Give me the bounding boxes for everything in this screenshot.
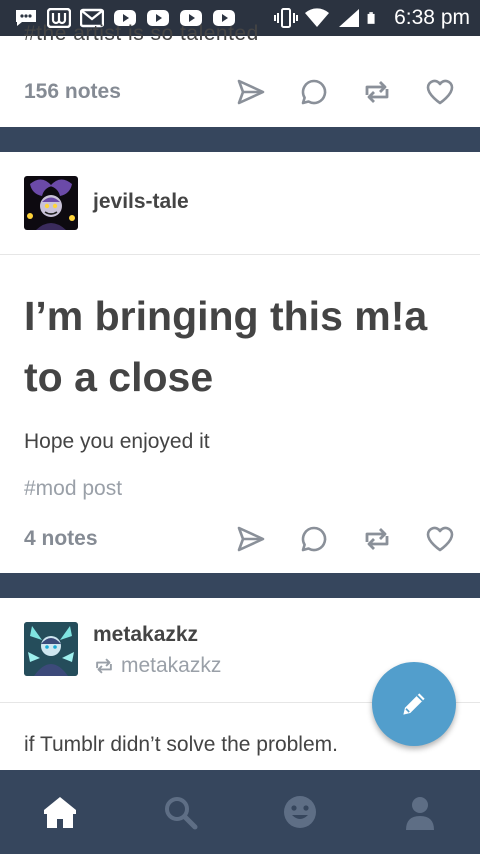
reblog-source[interactable]: metakazkz — [93, 654, 221, 678]
post-card: #the artist is so talented 156 notes — [0, 22, 480, 127]
reblog-source-name: metakazkz — [121, 654, 222, 677]
bottom-nav — [0, 770, 480, 854]
activity-icon[interactable] — [280, 792, 320, 832]
compose-button[interactable] — [372, 662, 456, 746]
reblog-icon[interactable] — [361, 523, 393, 555]
reblog-icon — [96, 658, 112, 674]
post-tag[interactable]: #mod post — [24, 477, 122, 501]
reblog-icon[interactable] — [361, 76, 393, 108]
notes-count[interactable]: 156 notes — [24, 80, 121, 104]
post-footer: 4 notes — [0, 519, 480, 559]
post-footer: 156 notes — [0, 72, 480, 112]
reply-icon[interactable] — [298, 76, 330, 108]
like-icon[interactable] — [424, 76, 456, 108]
share-icon[interactable] — [235, 76, 267, 108]
wifi-icon — [305, 8, 330, 27]
post-body: if Tumblr didn’t solve the problem. — [24, 733, 338, 756]
battery-icon — [367, 12, 375, 24]
account-icon[interactable] — [400, 792, 440, 832]
vibrate-icon — [274, 8, 299, 28]
post-hashtags[interactable]: #the artist is so talented — [24, 22, 259, 46]
post-header: jevils-tale — [0, 152, 480, 255]
avatar[interactable] — [24, 622, 78, 676]
post-body: Hope you enjoyed it — [24, 430, 210, 453]
notes-count[interactable]: 4 notes — [24, 527, 98, 551]
home-icon[interactable] — [40, 792, 80, 832]
reply-icon[interactable] — [298, 523, 330, 555]
share-icon[interactable] — [235, 523, 267, 555]
like-icon[interactable] — [424, 523, 456, 555]
search-icon[interactable] — [160, 792, 200, 832]
post-title: I’m bringing this m!a to a close — [24, 293, 428, 400]
status-time: 6:38 pm — [394, 6, 470, 29]
pencil-icon — [403, 693, 425, 715]
signal-icon — [339, 9, 360, 27]
post-card: jevils-tale I’m bringing this m!a to a c… — [0, 152, 480, 573]
blog-name[interactable]: jevils-tale — [93, 190, 189, 214]
avatar[interactable] — [24, 176, 78, 230]
blog-name[interactable]: metakazkz — [93, 623, 198, 647]
